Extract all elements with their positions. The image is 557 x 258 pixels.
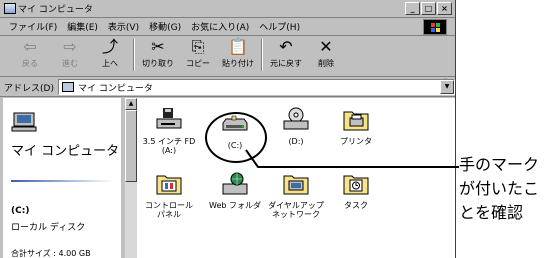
- scissors-icon: ✂: [151, 37, 165, 56]
- up-button[interactable]: ⤴ 上へ: [90, 36, 130, 76]
- scroll-thumb[interactable]: [125, 110, 137, 182]
- cd-drive-icon: [283, 107, 309, 130]
- item-label: ダイヤルアップ ネットワーク: [268, 201, 324, 219]
- drive-a-item[interactable]: 3.5 インチ FD (A:): [139, 106, 199, 155]
- item-label: (D:): [288, 137, 304, 146]
- maximize-button[interactable]: □: [421, 2, 436, 15]
- forward-label: 進む: [62, 59, 78, 68]
- floppy-drive-icon: [156, 108, 182, 129]
- toolbar-separator: [133, 39, 135, 71]
- annotation-text: 手のマーク が付いたこ とを確認: [459, 155, 540, 222]
- toolbar-separator: [261, 39, 263, 71]
- total-size: 合計サイズ : 4.00 GB: [11, 249, 91, 258]
- copy-icon: ⎘: [191, 37, 205, 56]
- web-folders-icon: [222, 172, 248, 195]
- computer-icon: [61, 82, 74, 92]
- printers-folder-icon: [343, 111, 369, 131]
- menu-help[interactable]: ヘルプ(H): [254, 20, 305, 33]
- windows-logo-icon: [423, 19, 447, 35]
- item-label: 3.5 インチ FD (A:): [142, 137, 196, 155]
- file-view: 3.5 インチ FD (A:) (C:) (D:) プリンタ コントロール パネ…: [137, 98, 455, 258]
- back-button[interactable]: ⇦ 戻る: [10, 36, 50, 76]
- up-label: 上へ: [102, 59, 118, 68]
- copy-label: コピー: [186, 59, 210, 68]
- address-bar: アドレス(D) マイ コンピュータ ▼: [0, 78, 455, 97]
- scheduled-tasks-item[interactable]: タスク: [326, 170, 386, 210]
- control-panel-item[interactable]: コントロール パネル: [139, 170, 199, 219]
- delete-label: 削除: [318, 59, 334, 68]
- address-value: マイ コンピュータ: [77, 83, 153, 94]
- scheduled-tasks-icon: [343, 175, 369, 195]
- dialup-networking-icon: [283, 175, 309, 195]
- selected-drive: (C:): [11, 206, 30, 216]
- left-info-panel: マイ コンピュータ (C:) ローカル ディスク 合計サイズ : 4.00 GB: [3, 98, 121, 258]
- menu-favorites[interactable]: お気に入り(A): [186, 20, 254, 33]
- undo-label: 元に戻す: [270, 59, 302, 68]
- copy-button[interactable]: ⎘ コピー: [178, 36, 218, 76]
- item-label: コントロール パネル: [145, 201, 193, 219]
- paste-button[interactable]: 📋 貼り付け: [218, 36, 258, 76]
- computer-icon: [4, 3, 16, 14]
- undo-button[interactable]: ↶ 元に戻す: [266, 36, 306, 76]
- highlight-circle: [205, 112, 267, 163]
- cut-button[interactable]: ✂ 切り取り: [138, 36, 178, 76]
- item-label: Web フォルダ: [209, 201, 261, 210]
- drive-d-item[interactable]: (D:): [266, 106, 326, 146]
- undo-icon: ↶: [279, 37, 293, 56]
- toolbar: ⇦ 戻る ⇨ 進む ⤴ 上へ ✂ 切り取り ⎘ コピー 📋 貼り付け ↶ 元に戻…: [0, 36, 455, 86]
- disk-type: ローカル ディスク: [11, 223, 86, 233]
- item-label: タスク: [344, 201, 368, 210]
- close-button[interactable]: ×: [437, 2, 452, 15]
- vertical-scrollbar[interactable]: ▲: [125, 98, 137, 258]
- forward-arrow-icon: ⇨: [63, 37, 77, 56]
- menu-edit[interactable]: 編集(E): [62, 20, 103, 33]
- printers-item[interactable]: プリンタ: [326, 106, 386, 146]
- menu-view[interactable]: 表示(V): [103, 20, 144, 33]
- control-panel-icon: [156, 175, 182, 195]
- back-label: 戻る: [22, 59, 38, 68]
- item-label: プリンタ: [340, 137, 372, 146]
- divider: [11, 180, 115, 182]
- up-folder-icon: ⤴: [101, 37, 118, 56]
- scroll-up-icon[interactable]: ▲: [125, 98, 137, 110]
- back-arrow-icon: ⇦: [23, 37, 37, 56]
- cut-label: 切り取り: [142, 59, 174, 68]
- computer-icon: [11, 112, 37, 132]
- menu-go[interactable]: 移動(G): [144, 20, 186, 33]
- delete-button[interactable]: ✕ 削除: [306, 36, 346, 76]
- paste-label: 貼り付け: [222, 59, 254, 68]
- delete-x-icon: ✕: [319, 37, 333, 56]
- forward-button[interactable]: ⇨ 進む: [50, 36, 90, 76]
- title-bar[interactable]: マイ コンピュータ _ □ ×: [0, 0, 455, 18]
- web-folders-item[interactable]: Web フォルダ: [205, 170, 265, 210]
- address-dropdown-icon[interactable]: ▼: [440, 80, 454, 94]
- address-input[interactable]: マイ コンピュータ ▼: [57, 79, 455, 95]
- window-title: マイ コンピュータ: [18, 5, 93, 15]
- address-label: アドレス(D): [4, 83, 54, 94]
- clipboard-icon: 📋: [228, 37, 248, 56]
- menu-bar: ファイル(F) 編集(E) 表示(V) 移動(G) お気に入り(A) ヘルプ(H…: [0, 18, 455, 36]
- minimize-button[interactable]: _: [405, 2, 420, 15]
- panel-title: マイ コンピュータ: [11, 144, 120, 159]
- menu-file[interactable]: ファイル(F): [4, 20, 62, 33]
- dialup-networking-item[interactable]: ダイヤルアップ ネットワーク: [266, 170, 326, 219]
